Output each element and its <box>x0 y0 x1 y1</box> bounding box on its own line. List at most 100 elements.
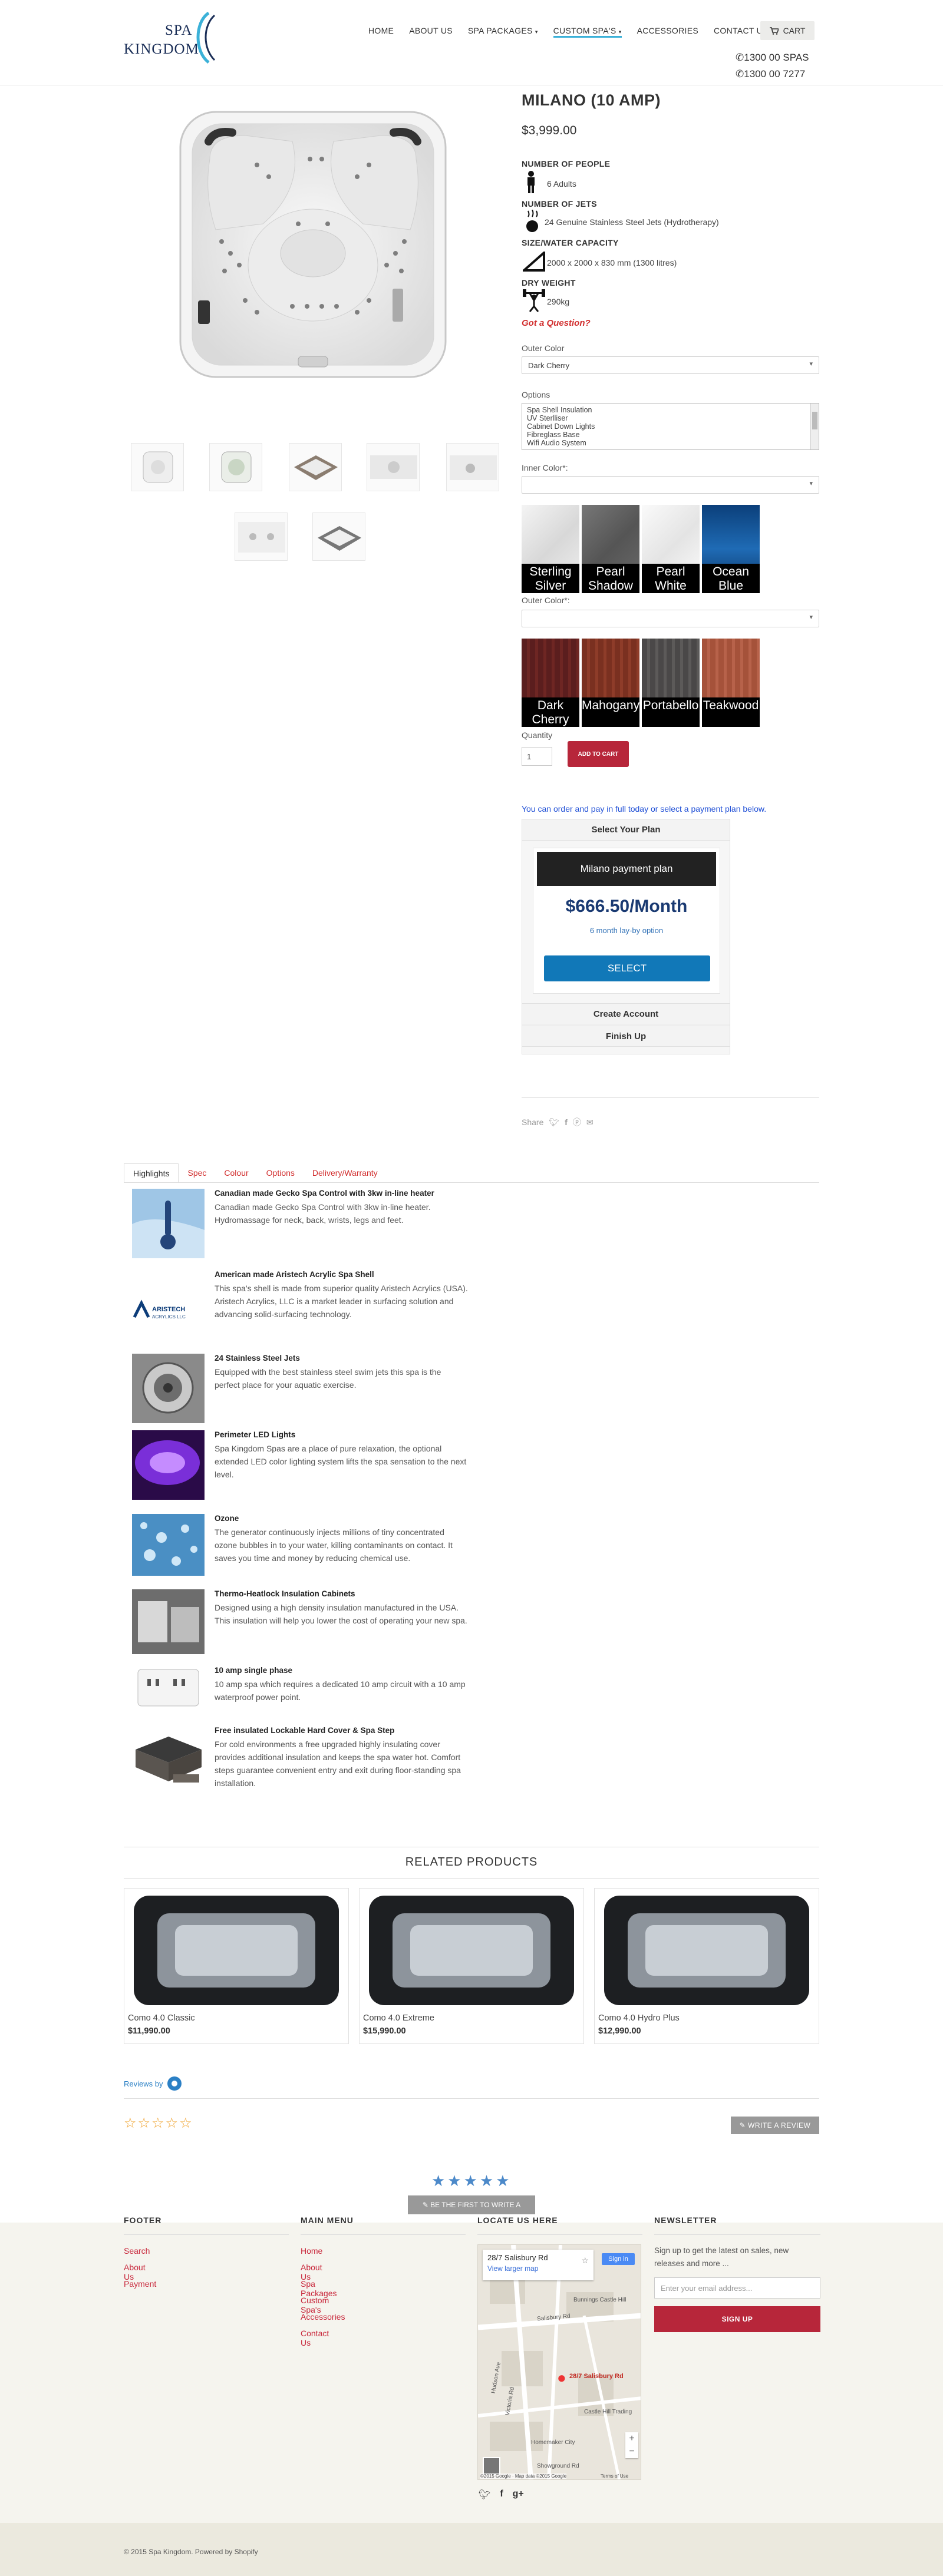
swatch-mahogany[interactable]: Mahogany <box>582 639 639 727</box>
quantity-input[interactable]: 1 <box>522 747 552 766</box>
related-product-name[interactable]: Como 4.0 Classic <box>128 2013 195 2023</box>
map-satellite-toggle[interactable] <box>483 2457 500 2475</box>
weightlifter-icon <box>523 289 545 312</box>
related-product-card[interactable]: Como 4.0 Classic $11,990.00 <box>124 1888 349 2044</box>
thumbnail-7[interactable] <box>312 512 365 561</box>
feature-item: Thermo-Heatlock Insulation Cabinets Desi… <box>132 1589 474 1654</box>
map-view-larger-link[interactable]: View larger map <box>487 2264 589 2273</box>
map-pin-icon[interactable]: ● <box>557 2369 566 2387</box>
plan-name: Milano payment plan <box>537 852 716 886</box>
feature-desc: For cold environments a free upgraded hi… <box>215 1740 461 1788</box>
nav-home[interactable]: HOME <box>368 26 394 38</box>
map-terms-link[interactable]: Terms of Use <box>601 2474 628 2479</box>
email-icon[interactable]: ✉ <box>586 1117 594 1127</box>
footer-link-home[interactable]: Home <box>301 2246 322 2256</box>
product-main-image[interactable] <box>174 106 451 383</box>
cart-button[interactable]: CART <box>760 21 815 40</box>
create-account-step[interactable]: Create Account <box>522 1003 730 1024</box>
swatch-pearl-white[interactable]: Pearl White <box>642 505 700 593</box>
tab-colour[interactable]: Colour <box>215 1163 257 1183</box>
thumbnail-5[interactable] <box>446 443 499 491</box>
google-plus-icon[interactable]: g+ <box>513 2489 524 2501</box>
add-to-cart-button[interactable]: ADD TO CART <box>568 741 629 767</box>
feature-item: ARISTECH ACRYLICS LLC American made Arist… <box>132 1270 474 1340</box>
thumbnail-2[interactable] <box>209 443 262 491</box>
swatch-label: Portabello <box>642 697 700 727</box>
nav-about-us[interactable]: ABOUT US <box>409 26 453 38</box>
nav-accessories[interactable]: ACCESSORIES <box>637 26 698 38</box>
option-item[interactable]: Cabinet Down Lights <box>527 422 814 431</box>
scrollbar-thumb[interactable] <box>812 412 817 429</box>
feature-image-cover <box>132 1726 205 1795</box>
reviews-by[interactable]: Reviews by <box>124 2076 182 2091</box>
related-product-name[interactable]: Como 4.0 Hydro Plus <box>598 2013 680 2023</box>
footer-link-contact-us[interactable]: Contact Us <box>301 2329 329 2347</box>
swatch-ocean-blue[interactable]: Ocean Blue <box>702 505 760 593</box>
phone-1[interactable]: ✆1300 00 SPAS <box>736 49 809 66</box>
thumbnail-6[interactable] <box>235 512 288 561</box>
facebook-icon[interactable]: f <box>500 2489 503 2501</box>
facebook-icon[interactable]: f <box>565 1117 568 1127</box>
thumbnail-4[interactable] <box>367 443 420 491</box>
outer-color-select[interactable]: Dark Cherry ▾ <box>522 356 819 374</box>
map-zoom-control[interactable]: + − <box>625 2432 638 2458</box>
option-item[interactable]: Fibreglass Base <box>527 431 814 439</box>
google-map[interactable]: 28/7 Salisbury Rd View larger map ☆ Sign… <box>477 2244 641 2480</box>
twitter-icon[interactable]: 🐦︎ <box>479 2489 490 2501</box>
nav-custom-spas[interactable]: CUSTOM SPA'S ▾ <box>553 26 622 38</box>
size-triangle-icon <box>523 252 545 272</box>
plan-select-button[interactable]: SELECT <box>544 955 710 981</box>
swatch-pearl-shadow[interactable]: Pearl Shadow <box>582 505 639 593</box>
swatch-portabello[interactable]: Portabello <box>642 639 700 727</box>
related-product-name[interactable]: Como 4.0 Extreme <box>363 2013 434 2023</box>
select-your-plan-header[interactable]: Select Your Plan <box>522 819 730 841</box>
write-review-label: WRITE A REVIEW <box>748 2121 811 2129</box>
swatch-label: Teakwood <box>702 697 760 727</box>
tab-options[interactable]: Options <box>258 1163 304 1183</box>
option-item[interactable]: Spa Shell Insulation <box>527 406 814 414</box>
got-a-question-link[interactable]: Got a Question? <box>522 318 591 328</box>
swatch-teakwood[interactable]: Teakwood <box>702 639 760 727</box>
swatch-label: Pearl White <box>642 564 700 593</box>
newsletter-signup-button[interactable]: SIGN UP <box>654 2306 820 2332</box>
be-first-review-button[interactable]: ✎ BE THE FIRST TO WRITE A REVIEW <box>408 2195 535 2228</box>
option-item[interactable]: UV Sterlliser <box>527 414 814 422</box>
feature-title: Thermo-Heatlock Insulation Cabinets <box>215 1589 355 1598</box>
map-sign-in-button[interactable]: Sign in <box>602 2253 635 2265</box>
feature-title: Free insulated Lockable Hard Cover & Spa… <box>215 1726 395 1735</box>
tab-spec[interactable]: Spec <box>179 1163 215 1183</box>
tab-delivery-warranty[interactable]: Delivery/Warranty <box>304 1163 387 1183</box>
pinterest-icon[interactable]: ⓟ <box>573 1116 581 1128</box>
thumbnail-1[interactable] <box>131 443 184 491</box>
map-pin-label: 28/7 Salisbury Rd <box>569 2373 624 2380</box>
chevron-down-icon: ▾ <box>809 614 813 621</box>
listbox-scrollbar[interactable] <box>810 404 819 449</box>
footer-col3-title: LOCATE US HERE <box>477 2215 558 2225</box>
feature-item: 10 amp single phase 10 amp spa which req… <box>132 1666 474 1710</box>
phone-2[interactable]: ✆1300 00 7277 <box>736 66 809 82</box>
nav-spa-packages[interactable]: SPA PACKAGES ▾ <box>468 26 538 38</box>
star-icon[interactable]: ☆ <box>581 2256 589 2266</box>
related-product-image <box>128 1892 345 2009</box>
option-item[interactable]: Wifi Audio System <box>527 439 814 447</box>
phone-icon: ✆ <box>736 68 744 80</box>
thumbnail-3[interactable] <box>289 443 342 491</box>
footer-link-payment[interactable]: Payment <box>124 2279 156 2289</box>
footer-link-accessories[interactable]: Accessories <box>301 2312 345 2322</box>
twitter-icon[interactable]: 🐦︎ <box>549 1117 559 1127</box>
options-listbox[interactable]: Spa Shell Insulation UV Sterlliser Cabin… <box>522 403 819 450</box>
swatch-sterling-silver[interactable]: Sterling Silver <box>522 505 579 593</box>
write-review-button[interactable]: ✎ WRITE A REVIEW <box>731 2117 819 2134</box>
inner-color-select[interactable]: ▾ <box>522 476 819 494</box>
logo[interactable]: SPA KINGDOM <box>124 11 218 64</box>
chevron-down-icon: ▾ <box>618 29 622 35</box>
related-product-card[interactable]: Como 4.0 Hydro Plus $12,990.00 <box>594 1888 819 2044</box>
footer-link-search[interactable]: Search <box>124 2246 150 2256</box>
outer-color-2-select[interactable]: ▾ <box>522 610 819 627</box>
swatch-dark-cherry[interactable]: Dark Cherry <box>522 639 579 727</box>
related-product-card[interactable]: Como 4.0 Extreme $15,990.00 <box>359 1888 584 2044</box>
finish-up-step[interactable]: Finish Up <box>522 1026 730 1047</box>
related-product-price: $11,990.00 <box>128 2026 170 2036</box>
tab-highlights[interactable]: Highlights <box>124 1163 179 1183</box>
newsletter-email-input[interactable]: Enter your email address... <box>654 2277 820 2299</box>
